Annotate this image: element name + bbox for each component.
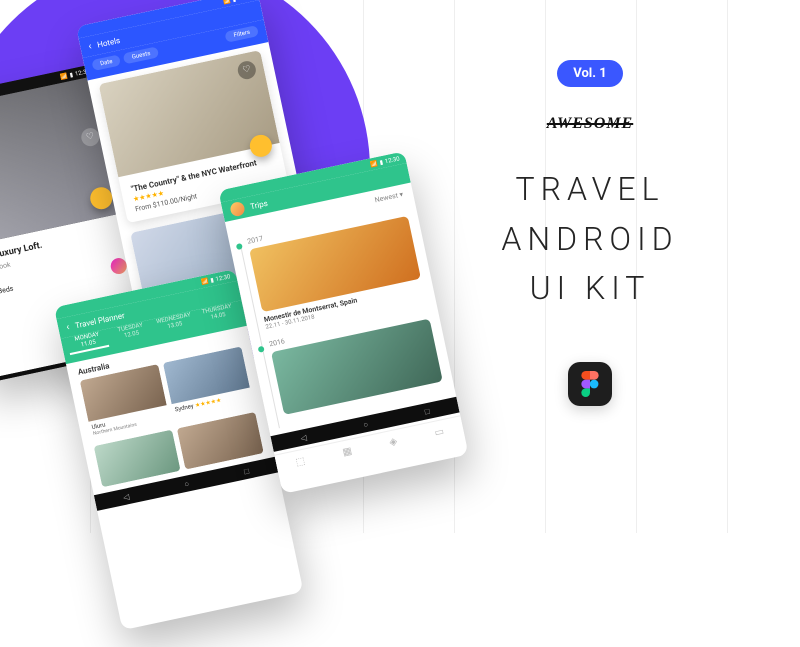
chip-date[interactable]: Date xyxy=(91,54,121,71)
wifi-icon: 📶 xyxy=(60,72,69,80)
back-icon[interactable]: ‹ xyxy=(87,41,92,52)
planner-tile[interactable]: Sydney ★★★★★ xyxy=(163,346,254,422)
favorite-button[interactable]: ♡ xyxy=(236,59,257,80)
screen-title: Trips xyxy=(249,198,268,210)
status-time: 12:30 xyxy=(384,155,400,165)
nav-recent-icon[interactable]: □ xyxy=(243,466,250,476)
volume-badge: Vol. 1 xyxy=(557,60,622,87)
chip-filters[interactable]: Filters xyxy=(225,25,259,43)
wifi-icon: 📶 xyxy=(200,277,209,285)
tile-title: Sydney xyxy=(174,403,194,414)
nav-back-icon[interactable]: ◁ xyxy=(13,376,21,383)
nav-recent-icon[interactable]: □ xyxy=(424,406,431,416)
battery-icon: ▮ xyxy=(210,276,215,284)
nav-folder-icon[interactable]: ▭ xyxy=(434,426,446,439)
nav-back-icon[interactable]: ◁ xyxy=(300,432,308,442)
figma-icon xyxy=(568,362,612,406)
trip-photo xyxy=(271,319,443,415)
back-icon[interactable]: ‹ xyxy=(65,321,70,332)
screen-title: Hotels xyxy=(96,35,121,49)
wifi-icon: 📶 xyxy=(370,160,379,168)
title-line-3: UI KIT xyxy=(501,264,678,314)
title-line-1: TRAVEL xyxy=(501,165,678,215)
trips-timeline: 2017 Monestir de Montserrat, Spain 22.11… xyxy=(229,202,456,436)
battery-icon: ▮ xyxy=(232,0,237,3)
battery-icon: ▮ xyxy=(69,71,74,79)
brand-word: AWESOME xyxy=(547,115,633,133)
chip-guests[interactable]: Guests xyxy=(123,46,159,64)
planner-tile[interactable]: Uluru Northern Mountains xyxy=(80,364,171,440)
nav-back-icon[interactable]: ◁ xyxy=(122,492,130,502)
nav-home-icon[interactable]: ○ xyxy=(183,479,190,489)
promo-panel: Vol. 1 AWESOME TRAVEL ANDROID UI KIT xyxy=(440,60,740,406)
kit-title: TRAVEL ANDROID UI KIT xyxy=(501,165,678,314)
status-time: 12:30 xyxy=(215,273,231,283)
tile-stars: ★★★★★ xyxy=(194,397,222,409)
nav-calendar-icon[interactable]: ▦ xyxy=(342,446,354,459)
title-line-2: ANDROID xyxy=(501,215,678,265)
wifi-icon: 📶 xyxy=(223,0,232,5)
nav-map-icon[interactable]: ◈ xyxy=(388,436,398,448)
avatar[interactable] xyxy=(229,201,246,218)
nav-home-icon[interactable]: ○ xyxy=(362,419,369,429)
battery-icon: ▮ xyxy=(379,158,384,166)
nav-home-icon[interactable]: ⬚ xyxy=(295,456,307,469)
beds-label: 1 Beds xyxy=(0,284,14,296)
